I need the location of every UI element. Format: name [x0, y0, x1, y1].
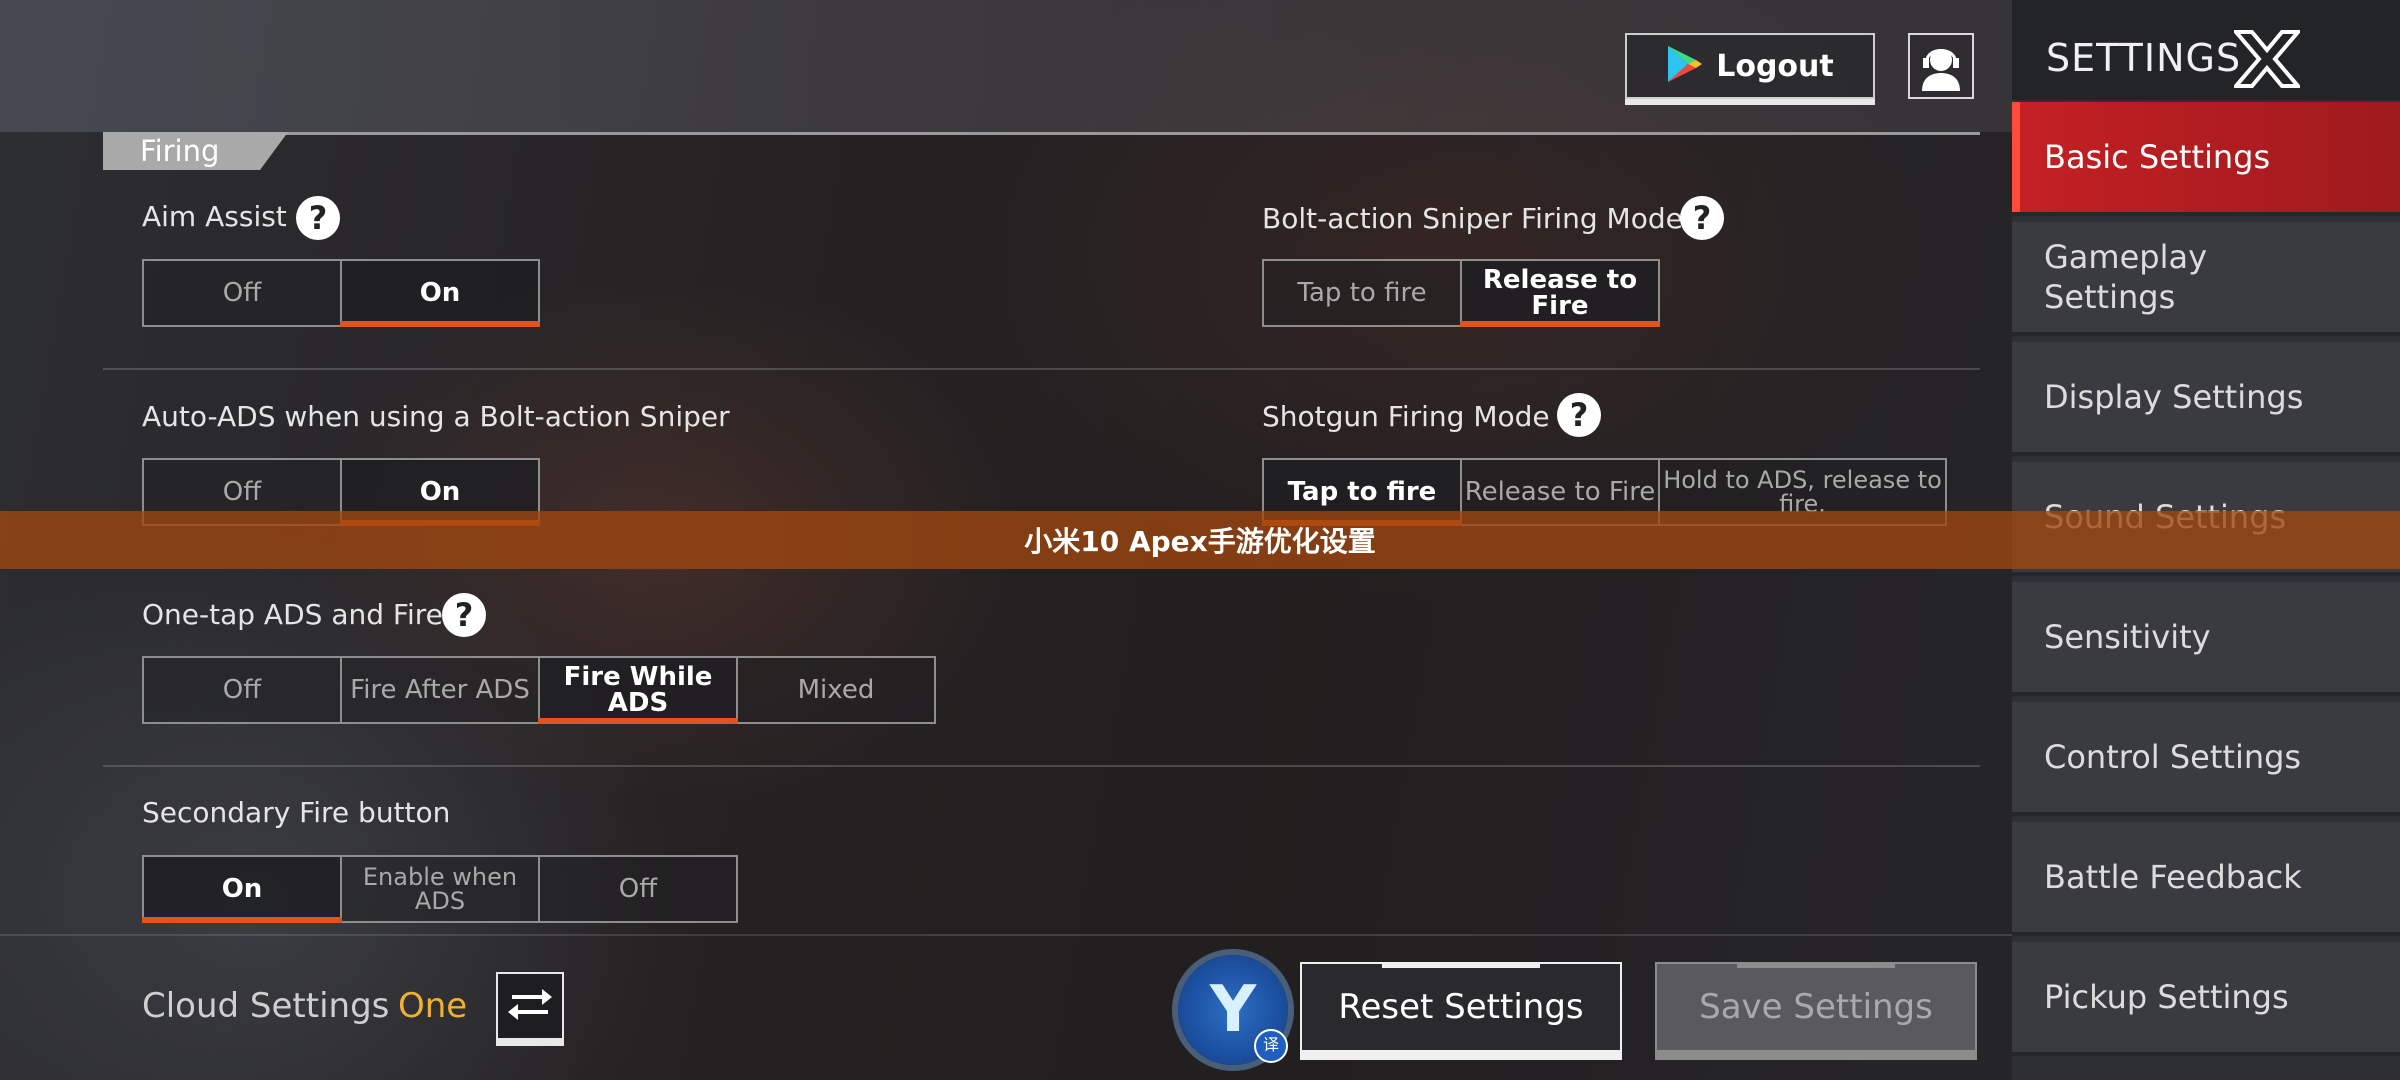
sidebar-item-display-settings[interactable]: Display Settings: [2012, 342, 2400, 456]
sidebar-item-battle-feedback[interactable]: Battle Feedback: [2012, 822, 2400, 936]
aim-assist-label: Aim Assist: [142, 200, 287, 233]
one-tap-ads-label: One-tap ADS and Fire: [142, 598, 443, 631]
google-play-icon: [1666, 44, 1704, 88]
secondary-fire-off[interactable]: Off: [538, 855, 738, 923]
auto-ads-label: Auto-ADS when using a Bolt-action Sniper: [142, 400, 730, 433]
row-divider: [103, 368, 1980, 370]
cloud-settings-value: One: [398, 986, 468, 1026]
bolt-action-help-icon[interactable]: ?: [1680, 196, 1724, 240]
translate-tag: 译: [1254, 1029, 1288, 1063]
translate-logo-icon: Y: [1209, 973, 1257, 1047]
footer-divider: [0, 934, 2012, 936]
bolt-action-tap-to-fire[interactable]: Tap to fire: [1262, 259, 1462, 327]
section-title: Firing: [140, 134, 220, 168]
bolt-action-mode-toggle: Tap to fire Release to Fire: [1262, 259, 1660, 327]
one-tap-ads-off[interactable]: Off: [142, 656, 342, 724]
swap-arrows-icon: [506, 984, 554, 1028]
one-tap-ads-help-icon[interactable]: ?: [442, 593, 486, 637]
secondary-fire-on[interactable]: On: [142, 855, 342, 923]
sidebar-header: SETTINGS: [2012, 0, 2400, 100]
translate-assistant-button[interactable]: Y 译: [1178, 955, 1288, 1065]
shotgun-mode-label: Shotgun Firing Mode: [1262, 400, 1550, 433]
bolt-action-release-to-fire[interactable]: Release to Fire: [1460, 259, 1660, 327]
sidebar-item-control-settings[interactable]: Control Settings: [2012, 702, 2400, 816]
logout-button[interactable]: Logout: [1625, 33, 1875, 105]
headset-support-icon: [1910, 49, 1972, 101]
sidebar-item-sensitivity[interactable]: Sensitivity: [2012, 582, 2400, 696]
close-icon[interactable]: [2231, 30, 2303, 88]
support-button[interactable]: [1908, 33, 1974, 99]
aim-assist-toggle: Off On: [142, 259, 540, 327]
cloud-swap-button[interactable]: [496, 972, 564, 1046]
sidebar-item-pickup-settings[interactable]: Pickup Settings: [2012, 942, 2400, 1056]
secondary-fire-label: Secondary Fire button: [142, 796, 451, 829]
cloud-settings-label: Cloud Settings: [142, 986, 390, 1026]
overlay-caption-banner: 小米10 Apex手游优化设置: [0, 511, 2400, 569]
one-tap-fire-after-ads[interactable]: Fire After ADS: [340, 656, 540, 724]
sidebar-item-basic-settings[interactable]: Basic Settings: [2012, 102, 2400, 216]
reset-settings-button[interactable]: Reset Settings: [1300, 962, 1622, 1060]
sidebar-title: SETTINGS: [2046, 36, 2242, 80]
one-tap-ads-toggle: Off Fire After ADS Fire While ADS Mixed: [142, 656, 936, 724]
secondary-fire-toggle: On Enable when ADS Off: [142, 855, 738, 923]
one-tap-fire-while-ads[interactable]: Fire While ADS: [538, 656, 738, 724]
row-divider: [103, 765, 1980, 767]
bolt-action-mode-label: Bolt-action Sniper Firing Mode: [1262, 202, 1683, 235]
secondary-fire-enable-when-ads[interactable]: Enable when ADS: [340, 855, 540, 923]
shotgun-mode-help-icon[interactable]: ?: [1557, 393, 1601, 437]
one-tap-mixed[interactable]: Mixed: [736, 656, 936, 724]
aim-assist-help-icon[interactable]: ?: [296, 196, 340, 240]
sidebar-item-gameplay-settings[interactable]: Gameplay Settings: [2012, 222, 2400, 336]
aim-assist-on[interactable]: On: [340, 259, 540, 327]
save-settings-button[interactable]: Save Settings: [1655, 962, 1977, 1060]
sidebar-item-label: Gameplay Settings: [2044, 238, 2208, 316]
section-divider-line: [103, 132, 1980, 135]
aim-assist-off[interactable]: Off: [142, 259, 342, 327]
logout-label: Logout: [1716, 48, 1834, 84]
